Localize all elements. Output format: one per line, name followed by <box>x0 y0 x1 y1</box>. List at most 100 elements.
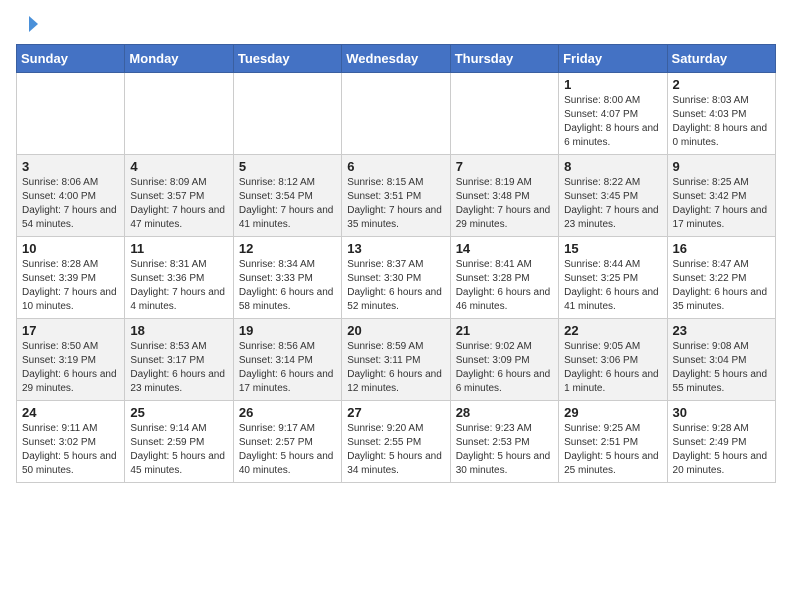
day-info: Sunrise: 8:28 AM Sunset: 3:39 PM Dayligh… <box>22 258 119 314</box>
day-number: 6 <box>347 159 444 174</box>
calendar-cell: 28 Sunrise: 9:23 AM Sunset: 2:53 PM Dayli… <box>450 401 558 483</box>
logo-flag-icon <box>18 14 40 36</box>
calendar-cell <box>125 73 233 155</box>
calendar-cell: 15Sunrise: 8:44 AM Sunset: 3:25 PM Dayli… <box>559 237 667 319</box>
calendar-week-row: 10 Sunrise: 8:28 AM Sunset: 3:39 PM Dayli… <box>17 237 776 319</box>
day-info: Sunrise: 9:14 AM Sunset: 2:59 PM Dayligh… <box>130 422 227 478</box>
calendar-cell: 3 Sunrise: 8:06 AM Sunset: 4:00 PM Daylig… <box>17 155 125 237</box>
day-info: Sunrise: 9:20 AM Sunset: 2:55 PM Dayligh… <box>347 422 444 478</box>
day-number: 12 <box>239 241 336 256</box>
calendar-cell: 27 Sunrise: 9:20 AM Sunset: 2:55 PM Dayli… <box>342 401 450 483</box>
day-info: Sunrise: 8:22 AM Sunset: 3:45 PM Dayligh… <box>564 176 661 232</box>
weekday-header-row: SundayMondayTuesdayWednesdayThursdayFrid… <box>17 45 776 73</box>
calendar-cell: 17 Sunrise: 8:50 AM Sunset: 3:19 PM Dayli… <box>17 319 125 401</box>
calendar-cell: 22 Sunrise: 9:05 AM Sunset: 3:06 PM Dayli… <box>559 319 667 401</box>
calendar-cell: 5Sunrise: 8:12 AM Sunset: 3:54 PM Daylig… <box>233 155 341 237</box>
calendar-cell <box>450 73 558 155</box>
day-info: Sunrise: 8:06 AM Sunset: 4:00 PM Dayligh… <box>22 176 119 232</box>
day-number: 27 <box>347 405 444 420</box>
calendar-cell: 24 Sunrise: 9:11 AM Sunset: 3:02 PM Dayli… <box>17 401 125 483</box>
calendar-cell <box>17 73 125 155</box>
day-info: Sunrise: 9:17 AM Sunset: 2:57 PM Dayligh… <box>239 422 336 478</box>
calendar-cell: 8 Sunrise: 8:22 AM Sunset: 3:45 PM Daylig… <box>559 155 667 237</box>
calendar-week-row: 24 Sunrise: 9:11 AM Sunset: 3:02 PM Dayli… <box>17 401 776 483</box>
calendar-cell: 30 Sunrise: 9:28 AM Sunset: 2:49 PM Dayli… <box>667 401 775 483</box>
day-number: 11 <box>130 241 227 256</box>
day-number: 19 <box>239 323 336 338</box>
day-info: Sunrise: 8:44 AM Sunset: 3:25 PM Dayligh… <box>564 258 661 314</box>
calendar-week-row: 3 Sunrise: 8:06 AM Sunset: 4:00 PM Daylig… <box>17 155 776 237</box>
day-info: Sunrise: 8:00 AM Sunset: 4:07 PM Dayligh… <box>564 94 661 150</box>
day-info: Sunrise: 8:19 AM Sunset: 3:48 PM Dayligh… <box>456 176 553 232</box>
day-info: Sunrise: 9:02 AM Sunset: 3:09 PM Dayligh… <box>456 340 553 396</box>
calendar-cell: 7 Sunrise: 8:19 AM Sunset: 3:48 PM Daylig… <box>450 155 558 237</box>
weekday-header-saturday: Saturday <box>667 45 775 73</box>
weekday-header-wednesday: Wednesday <box>342 45 450 73</box>
calendar-cell: 16Sunrise: 8:47 AM Sunset: 3:22 PM Dayli… <box>667 237 775 319</box>
day-info: Sunrise: 9:08 AM Sunset: 3:04 PM Dayligh… <box>673 340 770 396</box>
day-info: Sunrise: 8:41 AM Sunset: 3:28 PM Dayligh… <box>456 258 553 314</box>
day-info: Sunrise: 8:25 AM Sunset: 3:42 PM Dayligh… <box>673 176 770 232</box>
day-number: 8 <box>564 159 661 174</box>
weekday-header-monday: Monday <box>125 45 233 73</box>
day-info: Sunrise: 8:50 AM Sunset: 3:19 PM Dayligh… <box>22 340 119 396</box>
day-number: 21 <box>456 323 553 338</box>
weekday-header-sunday: Sunday <box>17 45 125 73</box>
calendar-cell: 23 Sunrise: 9:08 AM Sunset: 3:04 PM Dayli… <box>667 319 775 401</box>
day-number: 4 <box>130 159 227 174</box>
day-info: Sunrise: 8:15 AM Sunset: 3:51 PM Dayligh… <box>347 176 444 232</box>
day-number: 25 <box>130 405 227 420</box>
calendar-cell: 29Sunrise: 9:25 AM Sunset: 2:51 PM Dayli… <box>559 401 667 483</box>
calendar-cell: 25 Sunrise: 9:14 AM Sunset: 2:59 PM Dayli… <box>125 401 233 483</box>
calendar-cell: 26 Sunrise: 9:17 AM Sunset: 2:57 PM Dayli… <box>233 401 341 483</box>
calendar-cell: 12 Sunrise: 8:34 AM Sunset: 3:33 PM Dayli… <box>233 237 341 319</box>
day-info: Sunrise: 8:31 AM Sunset: 3:36 PM Dayligh… <box>130 258 227 314</box>
calendar-week-row: 17 Sunrise: 8:50 AM Sunset: 3:19 PM Dayli… <box>17 319 776 401</box>
day-number: 22 <box>564 323 661 338</box>
day-number: 20 <box>347 323 444 338</box>
calendar-cell: 13 Sunrise: 8:37 AM Sunset: 3:30 PM Dayli… <box>342 237 450 319</box>
day-number: 9 <box>673 159 770 174</box>
day-info: Sunrise: 8:56 AM Sunset: 3:14 PM Dayligh… <box>239 340 336 396</box>
day-number: 3 <box>22 159 119 174</box>
calendar-table: SundayMondayTuesdayWednesdayThursdayFrid… <box>16 44 776 483</box>
calendar-cell: 11 Sunrise: 8:31 AM Sunset: 3:36 PM Dayli… <box>125 237 233 319</box>
day-info: Sunrise: 9:11 AM Sunset: 3:02 PM Dayligh… <box>22 422 119 478</box>
day-number: 28 <box>456 405 553 420</box>
page-header <box>16 16 776 32</box>
day-info: Sunrise: 8:09 AM Sunset: 3:57 PM Dayligh… <box>130 176 227 232</box>
day-number: 13 <box>347 241 444 256</box>
calendar-cell <box>233 73 341 155</box>
day-info: Sunrise: 9:28 AM Sunset: 2:49 PM Dayligh… <box>673 422 770 478</box>
day-info: Sunrise: 8:34 AM Sunset: 3:33 PM Dayligh… <box>239 258 336 314</box>
day-number: 29 <box>564 405 661 420</box>
day-number: 23 <box>673 323 770 338</box>
day-number: 14 <box>456 241 553 256</box>
day-info: Sunrise: 8:53 AM Sunset: 3:17 PM Dayligh… <box>130 340 227 396</box>
calendar-cell: 21 Sunrise: 9:02 AM Sunset: 3:09 PM Dayli… <box>450 319 558 401</box>
day-info: Sunrise: 8:03 AM Sunset: 4:03 PM Dayligh… <box>673 94 770 150</box>
day-number: 30 <box>673 405 770 420</box>
day-number: 1 <box>564 77 661 92</box>
calendar-cell: 19 Sunrise: 8:56 AM Sunset: 3:14 PM Dayli… <box>233 319 341 401</box>
day-number: 17 <box>22 323 119 338</box>
calendar-cell: 1 Sunrise: 8:00 AM Sunset: 4:07 PM Daylig… <box>559 73 667 155</box>
calendar-week-row: 1 Sunrise: 8:00 AM Sunset: 4:07 PM Daylig… <box>17 73 776 155</box>
day-number: 10 <box>22 241 119 256</box>
calendar-cell: 10 Sunrise: 8:28 AM Sunset: 3:39 PM Dayli… <box>17 237 125 319</box>
calendar-cell: 9 Sunrise: 8:25 AM Sunset: 3:42 PM Daylig… <box>667 155 775 237</box>
day-number: 24 <box>22 405 119 420</box>
calendar-cell <box>342 73 450 155</box>
day-info: Sunrise: 8:37 AM Sunset: 3:30 PM Dayligh… <box>347 258 444 314</box>
calendar-cell: 14 Sunrise: 8:41 AM Sunset: 3:28 PM Dayli… <box>450 237 558 319</box>
day-number: 7 <box>456 159 553 174</box>
calendar-cell: 20Sunrise: 8:59 AM Sunset: 3:11 PM Dayli… <box>342 319 450 401</box>
weekday-header-tuesday: Tuesday <box>233 45 341 73</box>
day-info: Sunrise: 9:05 AM Sunset: 3:06 PM Dayligh… <box>564 340 661 396</box>
day-number: 18 <box>130 323 227 338</box>
day-info: Sunrise: 9:23 AM Sunset: 2:53 PM Dayligh… <box>456 422 553 478</box>
day-number: 26 <box>239 405 336 420</box>
weekday-header-friday: Friday <box>559 45 667 73</box>
calendar-cell: 2Sunrise: 8:03 AM Sunset: 4:03 PM Daylig… <box>667 73 775 155</box>
day-number: 16 <box>673 241 770 256</box>
